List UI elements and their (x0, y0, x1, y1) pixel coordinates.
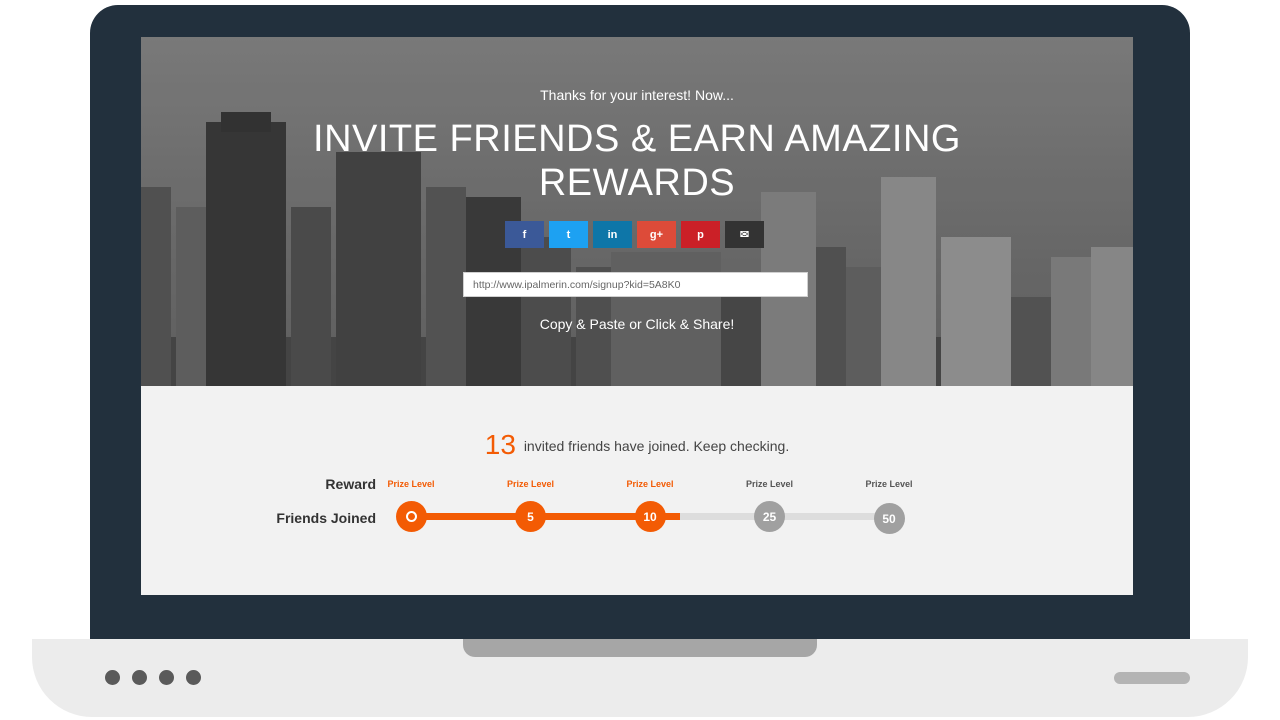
laptop-slot (1114, 672, 1190, 684)
indicator-dot (159, 670, 174, 685)
copy-instruction: Copy & Paste or Click & Share! (539, 316, 735, 332)
joined-summary: 13 invited friends have joined. Keep che… (141, 429, 1133, 461)
pinterest-share-button[interactable]: p (681, 221, 720, 248)
indicator-dot (132, 670, 147, 685)
friends-row-label: Friends Joined (276, 510, 376, 526)
joined-count: 13 (484, 429, 516, 460)
reward-row-label: Reward (325, 476, 376, 492)
laptop-base (32, 639, 1248, 717)
prize-level-label: Prize Level (865, 479, 913, 489)
social-share-bar: f t in g+ p ✉ (505, 221, 764, 248)
level-node-5: 5 (515, 501, 546, 532)
facebook-icon: f (522, 228, 527, 241)
joined-message: invited friends have joined. Keep checki… (523, 438, 790, 454)
email-icon: ✉ (739, 229, 750, 241)
level-value: 5 (527, 509, 534, 524)
indicator-dot (186, 670, 201, 685)
level-value: 50 (882, 511, 896, 526)
level-value: 25 (762, 509, 777, 524)
prize-level-label: Prize Level (506, 479, 555, 489)
laptop-hinge (463, 639, 817, 657)
level-node-0 (395, 501, 427, 532)
prize-level-label: Prize Level (745, 479, 794, 489)
linkedin-share-button[interactable]: in (593, 221, 632, 248)
facebook-share-button[interactable]: f (505, 221, 544, 248)
share-url-input[interactable] (463, 272, 808, 297)
headline-line: REWARDS (538, 162, 736, 204)
google-plus-icon: g+ (649, 228, 664, 241)
level-value: 10 (643, 509, 657, 524)
twitter-share-button[interactable]: t (549, 221, 588, 248)
indicator-dot (105, 670, 120, 685)
level-node-10: 10 (634, 501, 666, 532)
page-title: INVITE FRIENDS & EARN AMAZING REWARDS (141, 117, 1133, 205)
email-share-button[interactable]: ✉ (725, 221, 764, 248)
google-plus-share-button[interactable]: g+ (637, 221, 676, 248)
level-node-25: 25 (754, 501, 785, 532)
twitter-icon: t (566, 228, 571, 241)
prize-level-label: Prize Level (387, 479, 435, 489)
thanks-text: Thanks for your interest! Now... (540, 87, 734, 103)
hero-banner: Thanks for your interest! Now... INVITE … (141, 37, 1133, 386)
headline-line: INVITE FRIENDS & EARN AMAZING (313, 118, 961, 160)
prize-level-label: Prize Level (626, 479, 674, 489)
pinterest-icon: p (697, 228, 704, 241)
linkedin-icon: in (607, 228, 618, 241)
level-node-50: 50 (873, 503, 905, 534)
laptop-screen: Thanks for your interest! Now... INVITE … (141, 37, 1133, 595)
